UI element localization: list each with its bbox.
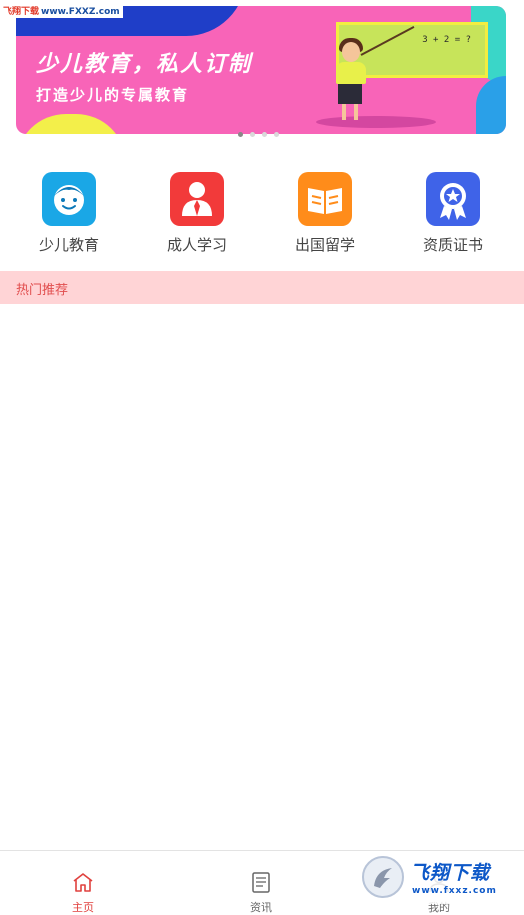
tab-news[interactable]: 资讯 bbox=[221, 871, 301, 915]
board-equation: 3 + 2 = ? bbox=[422, 35, 471, 45]
banner-subtitle: 打造少儿的专属教育 bbox=[36, 86, 190, 104]
carousel-dot[interactable] bbox=[274, 132, 279, 137]
banner-decoration bbox=[476, 76, 506, 134]
banner-decoration bbox=[16, 114, 126, 134]
adult-person-icon bbox=[170, 172, 224, 226]
teacher-skirt bbox=[338, 84, 362, 104]
category-label: 成人学习 bbox=[166, 236, 227, 254]
carousel-dot[interactable] bbox=[262, 132, 267, 137]
banner-title: 少儿教育，私人订制 bbox=[36, 52, 253, 77]
banner-carousel[interactable]: 少儿教育，私人订制 打造少儿的专属教育 3 + 2 = ? bbox=[16, 6, 506, 134]
category-label: 出国留学 bbox=[294, 236, 355, 254]
watermark-logo bbox=[362, 856, 404, 898]
tab-label: 主页 bbox=[72, 901, 94, 914]
watermark-url: www.FXXZ.com bbox=[41, 7, 120, 17]
tab-label: 资讯 bbox=[250, 901, 272, 914]
tab-home[interactable]: 主页 bbox=[43, 871, 123, 915]
category-grid: 少儿教育 成人学习 出国留学 资质证书 bbox=[0, 172, 524, 262]
home-icon bbox=[73, 873, 93, 892]
carousel-dot[interactable] bbox=[250, 132, 255, 137]
hot-recommendations-header: 热门推荐 bbox=[0, 271, 524, 304]
category-study-abroad[interactable]: 出国留学 bbox=[270, 172, 380, 255]
teacher-legs bbox=[342, 104, 358, 120]
carousel-dot[interactable] bbox=[238, 132, 243, 137]
teacher-shadow bbox=[316, 116, 436, 128]
category-certificates[interactable]: 资质证书 bbox=[398, 172, 508, 255]
hot-recommendations-label: 热门推荐 bbox=[16, 283, 69, 298]
child-face-icon bbox=[42, 172, 96, 226]
award-badge-icon bbox=[426, 172, 480, 226]
category-label: 少儿教育 bbox=[38, 236, 99, 254]
news-icon bbox=[252, 872, 270, 893]
category-label: 资质证书 bbox=[422, 236, 483, 254]
watermark-brand: 飞翔下载 bbox=[3, 7, 40, 17]
teacher-head bbox=[342, 42, 360, 62]
teacher-body bbox=[336, 62, 366, 84]
category-adult-learning[interactable]: 成人学习 bbox=[142, 172, 252, 255]
open-book-icon bbox=[298, 172, 352, 226]
category-child-education[interactable]: 少儿教育 bbox=[14, 172, 124, 255]
watermark-url: www.fxxz.com bbox=[412, 886, 497, 896]
watermark-bottom-right: 飞翔下载 www.fxxz.com bbox=[360, 854, 520, 904]
watermark-top-left: 飞翔下载 www.FXXZ.com bbox=[0, 6, 123, 18]
carousel-indicator bbox=[238, 132, 279, 137]
watermark-brand: 飞翔下载 bbox=[410, 862, 491, 884]
